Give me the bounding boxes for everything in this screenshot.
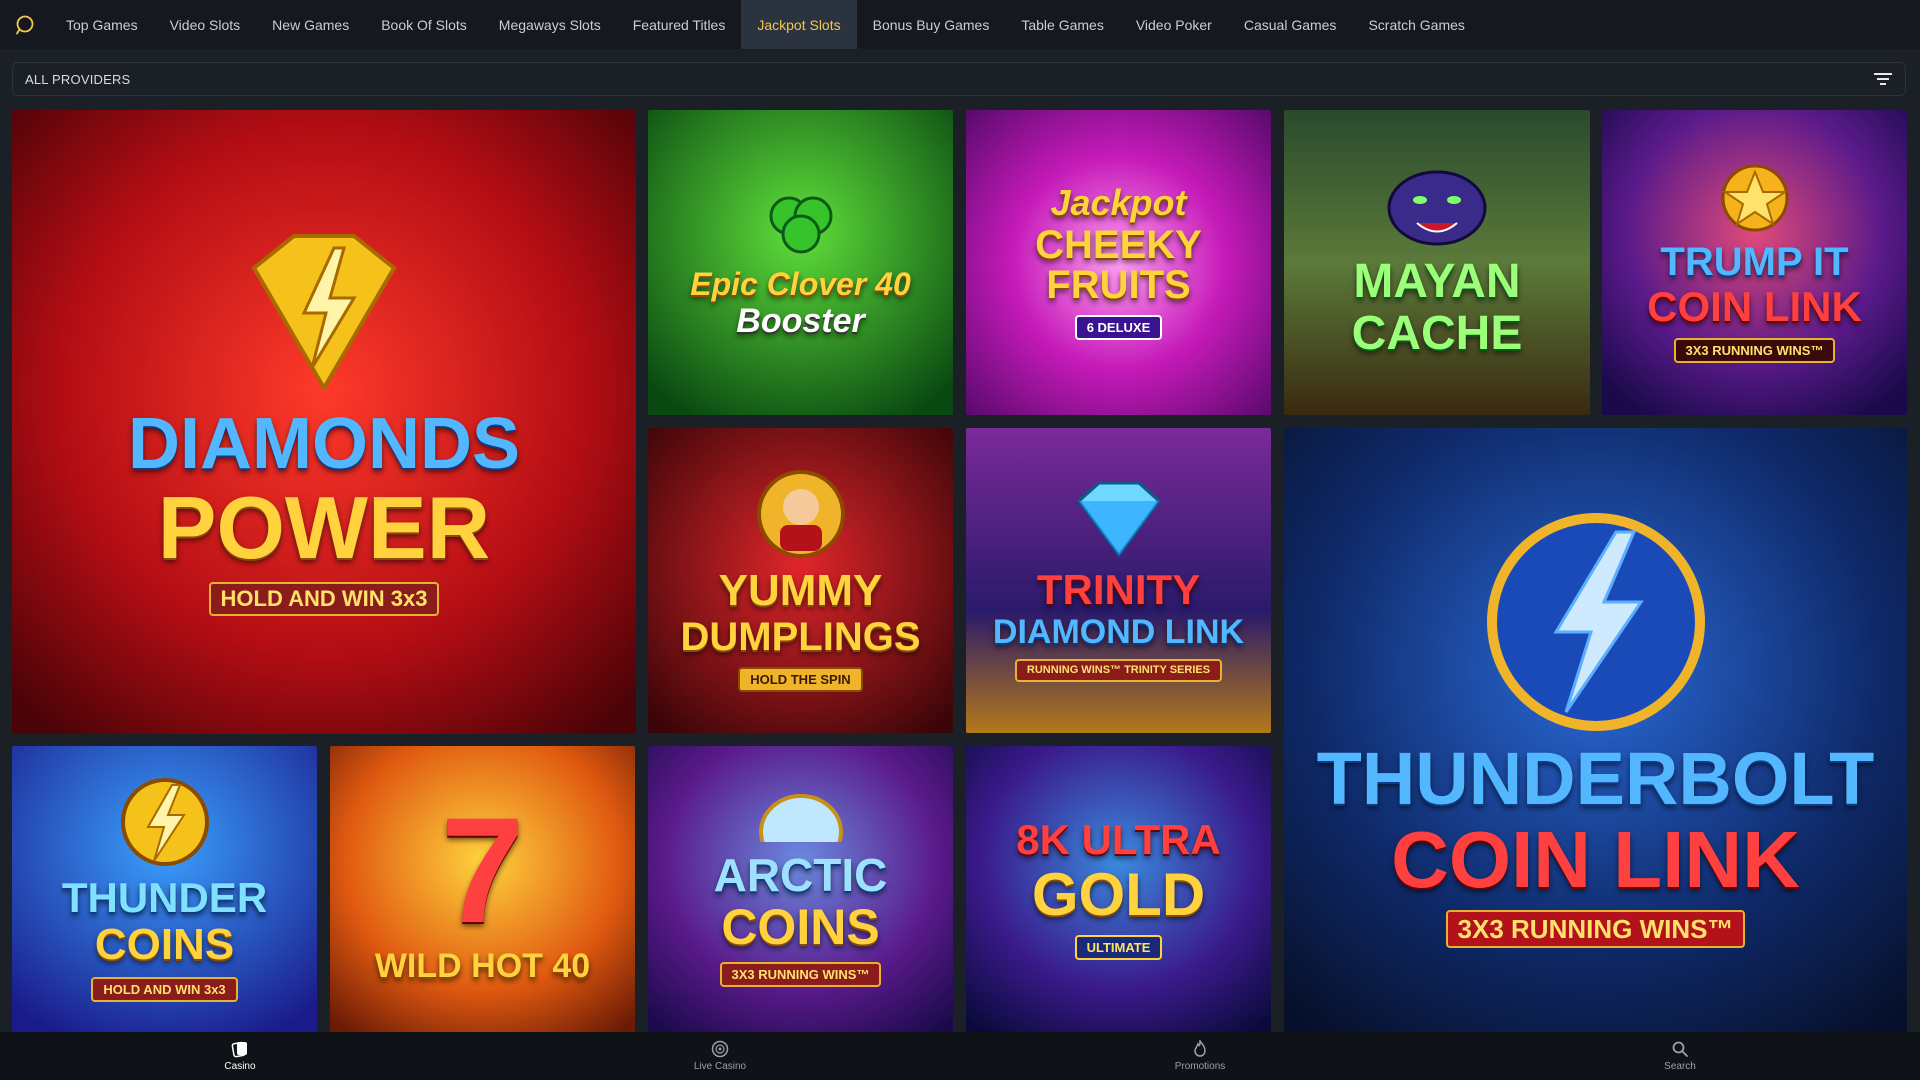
tab-video-slots[interactable]: Video Slots [154, 0, 257, 49]
game-title-line1: TRUMP IT [1660, 240, 1849, 284]
lightning-diamond-icon [251, 234, 397, 392]
tab-scratch-games[interactable]: Scratch Games [1352, 0, 1480, 49]
flame-icon [1194, 1040, 1206, 1057]
provider-filter-label: ALL PROVIDERS [25, 71, 131, 87]
game-tile-epic-clover-40[interactable]: Epic Clover 40 Booster [648, 110, 953, 415]
game-title-line1: TRINITY [1036, 566, 1201, 613]
search-icon [1672, 1041, 1688, 1057]
tab-book-of-slots[interactable]: Book Of Slots [365, 0, 483, 49]
game-title-line2: DUMPLINGS [680, 615, 921, 659]
game-title-line2: DIAMOND LINK [992, 613, 1245, 651]
game-badge: HOLD AND WIN 3x3 [91, 976, 238, 1002]
game-title-line2: COINS [721, 898, 880, 955]
game-badge: 3X3 RUNNING WINS™ [1445, 910, 1746, 948]
game-tile-yummy-dumplings[interactable]: YUMMY DUMPLINGS HOLD THE SPIN [648, 428, 953, 733]
game-badge: 3X3 RUNNING WINS™ [719, 961, 882, 987]
bottom-nav-search[interactable]: Search [1440, 1032, 1920, 1080]
game-title-line1: 8K ULTRA [1016, 815, 1221, 863]
game-badge: ULTIMATE [1074, 934, 1163, 960]
game-title-line2: POWER [157, 478, 491, 577]
game-title-line1: DIAMONDS [128, 404, 520, 484]
game-tile-wild-hot-40[interactable]: 7 WILD HOT 40 [330, 746, 635, 1032]
character-icon [756, 470, 845, 558]
game-title-line2: WILD HOT 40 [374, 947, 591, 985]
game-title-line2: COIN LINK [1391, 815, 1800, 904]
tab-video-poker[interactable]: Video Poker [1120, 0, 1228, 49]
game-tile-trinity-diamond-link[interactable]: TRINITY DIAMOND LINK RUNNING WINS™ TRINI… [966, 428, 1271, 733]
game-badge: HOLD THE SPIN [738, 667, 863, 692]
game-title-line2: GOLD [1031, 860, 1206, 928]
game-tile-arctic-coins[interactable]: ARCTIC COINS 3X3 RUNNING WINS™ [648, 746, 953, 1032]
game-title-line1: 7 [440, 786, 525, 954]
game-tile-mayan-cache[interactable]: MAYAN CACHE [1284, 110, 1590, 415]
game-title-line1: Epic Clover 40 [690, 265, 911, 302]
diamond-icon [1076, 481, 1161, 558]
game-title-line2: COINS [94, 919, 235, 969]
lightning-coin-icon [1486, 513, 1705, 731]
panther-icon [1387, 170, 1487, 245]
game-tile-cheeky-fruits[interactable]: Jackpot CHEEKY FRUITS 6 DELUXE [966, 110, 1271, 415]
bottom-nav-label: Casino [224, 1061, 256, 1072]
bottom-nav-label: Promotions [1174, 1061, 1226, 1072]
tab-new-games[interactable]: New Games [256, 0, 365, 49]
game-title-line2: COIN LINK [1647, 283, 1862, 330]
tab-featured-titles[interactable]: Featured Titles [617, 0, 742, 49]
game-title-line1: MAYAN [1353, 254, 1521, 308]
game-badge: 3X3 RUNNING WINS™ [1673, 338, 1836, 363]
game-badge: RUNNING WINS™ TRINITY SERIES [1014, 659, 1223, 682]
bottom-nav-casino[interactable]: Casino [0, 1032, 480, 1080]
game-title-line2: Booster [736, 301, 865, 340]
game-title-line2: CHEEKY FRUITS [1035, 223, 1202, 307]
search-icon [16, 15, 34, 34]
tab-bonus-buy-games[interactable]: Bonus Buy Games [857, 0, 1006, 49]
tab-table-games[interactable]: Table Games [1005, 0, 1119, 49]
game-title-line1: YUMMY [718, 566, 883, 615]
roulette-icon [711, 1040, 729, 1058]
ice-coin-icon [758, 793, 843, 842]
game-title-line2: CACHE [1351, 306, 1523, 360]
bottom-nav-live-casino[interactable]: Live Casino [480, 1032, 960, 1080]
bottom-nav-label: Live Casino [693, 1061, 747, 1072]
cards-icon [231, 1041, 247, 1058]
filter-icon[interactable] [1873, 71, 1893, 87]
game-tile-thunder-coins[interactable]: THUNDER COINS HOLD AND WIN 3x3 [12, 746, 317, 1032]
category-nav: Top Games Video Slots New Games Book Of … [0, 0, 1920, 49]
game-tile-thunderbolt-coin-link[interactable]: THUNDERBOLT COIN LINK 3X3 RUNNING WINS™ [1284, 428, 1907, 1032]
bottom-nav: Casino Live Casino Promotions Search [0, 1032, 1920, 1080]
tab-top-games[interactable]: Top Games [50, 0, 154, 49]
game-tile-diamonds-power[interactable]: DIAMONDS POWER HOLD AND WIN 3x3 [12, 110, 636, 734]
game-badge: 6 DELUXE [1074, 315, 1163, 340]
game-badge: HOLD AND WIN 3x3 [208, 582, 440, 616]
bottom-nav-promotions[interactable]: Promotions [960, 1032, 1440, 1080]
star-icon [1721, 164, 1788, 232]
tab-casual-games[interactable]: Casual Games [1228, 0, 1353, 49]
clover-icon [769, 196, 832, 253]
game-tile-8k-ultra-gold[interactable]: 8K ULTRA GOLD ULTIMATE [966, 746, 1271, 1032]
provider-filter[interactable]: ALL PROVIDERS [12, 62, 1906, 96]
lightning-coin-icon [120, 777, 209, 866]
game-tile-trump-it-coin-link[interactable]: TRUMP IT COIN LINK 3X3 RUNNING WINS™ [1602, 110, 1907, 415]
game-title-line1: THUNDER [61, 873, 268, 921]
game-title-line1: ARCTIC [713, 848, 888, 901]
tab-jackpot-slots[interactable]: Jackpot Slots [741, 0, 857, 49]
bottom-nav-label: Search [1664, 1061, 1696, 1072]
game-title-line1: Jackpot [1050, 182, 1187, 223]
game-title-line1: THUNDERBOLT [1316, 737, 1875, 820]
search-button[interactable] [0, 0, 50, 49]
tab-megaways-slots[interactable]: Megaways Slots [483, 0, 617, 49]
